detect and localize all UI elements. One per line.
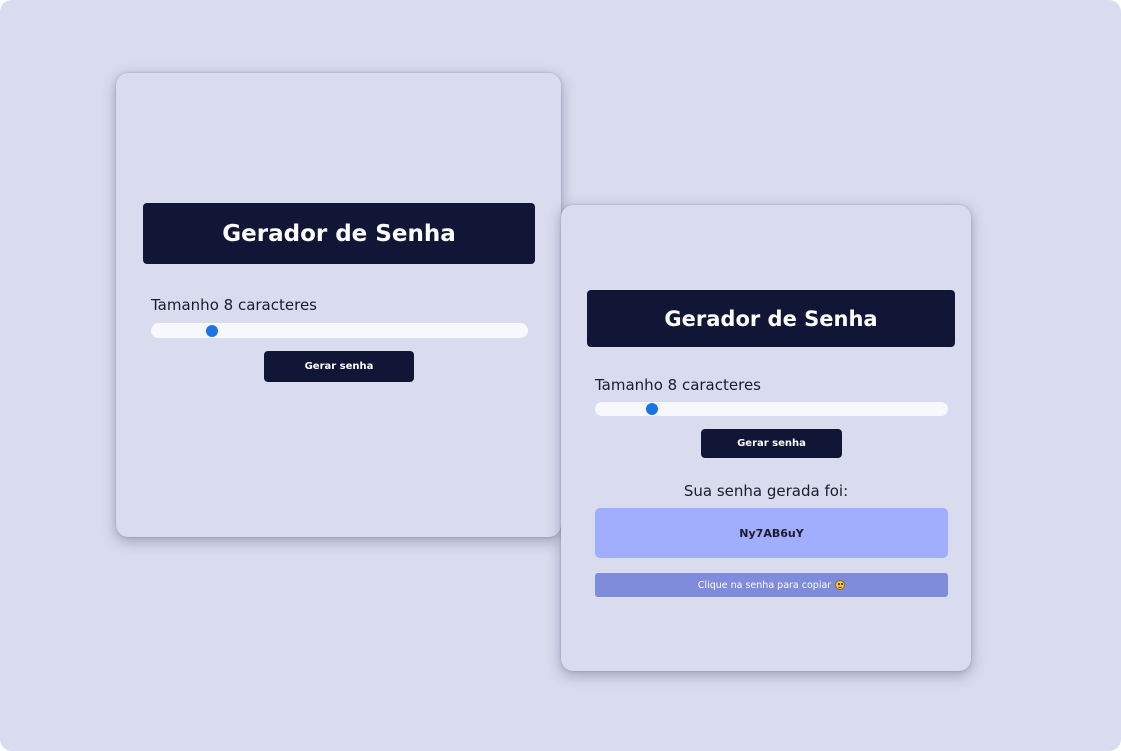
generate-password-button[interactable]: Gerar senha [701, 429, 842, 458]
page-background: Gerador de Senha Tamanho 8 caracteres Ge… [0, 0, 1121, 751]
length-label: Tamanho 8 caracteres [151, 296, 317, 314]
length-slider[interactable] [151, 323, 528, 338]
length-label: Tamanho 8 caracteres [595, 376, 761, 394]
copy-hint-text: Clique na senha para copiar [697, 579, 832, 591]
copy-hint: Clique na senha para copiar [595, 573, 948, 597]
generate-password-button[interactable]: Gerar senha [264, 351, 414, 382]
page-title: Gerador de Senha [587, 290, 955, 347]
smile-emoji-icon [835, 580, 846, 590]
password-generator-card-initial: Gerador de Senha Tamanho 8 caracteres Ge… [116, 73, 561, 537]
length-slider[interactable] [595, 402, 948, 416]
page-title: Gerador de Senha [143, 203, 535, 264]
slider-thumb[interactable] [646, 403, 658, 415]
password-text: Ny7AB6uY [739, 526, 804, 540]
generated-password[interactable]: Ny7AB6uY [595, 508, 948, 558]
password-generator-card-result: Gerador de Senha Tamanho 8 caracteres Ge… [561, 205, 971, 671]
result-label: Sua senha gerada foi: [683, 482, 849, 500]
slider-thumb[interactable] [206, 324, 218, 337]
